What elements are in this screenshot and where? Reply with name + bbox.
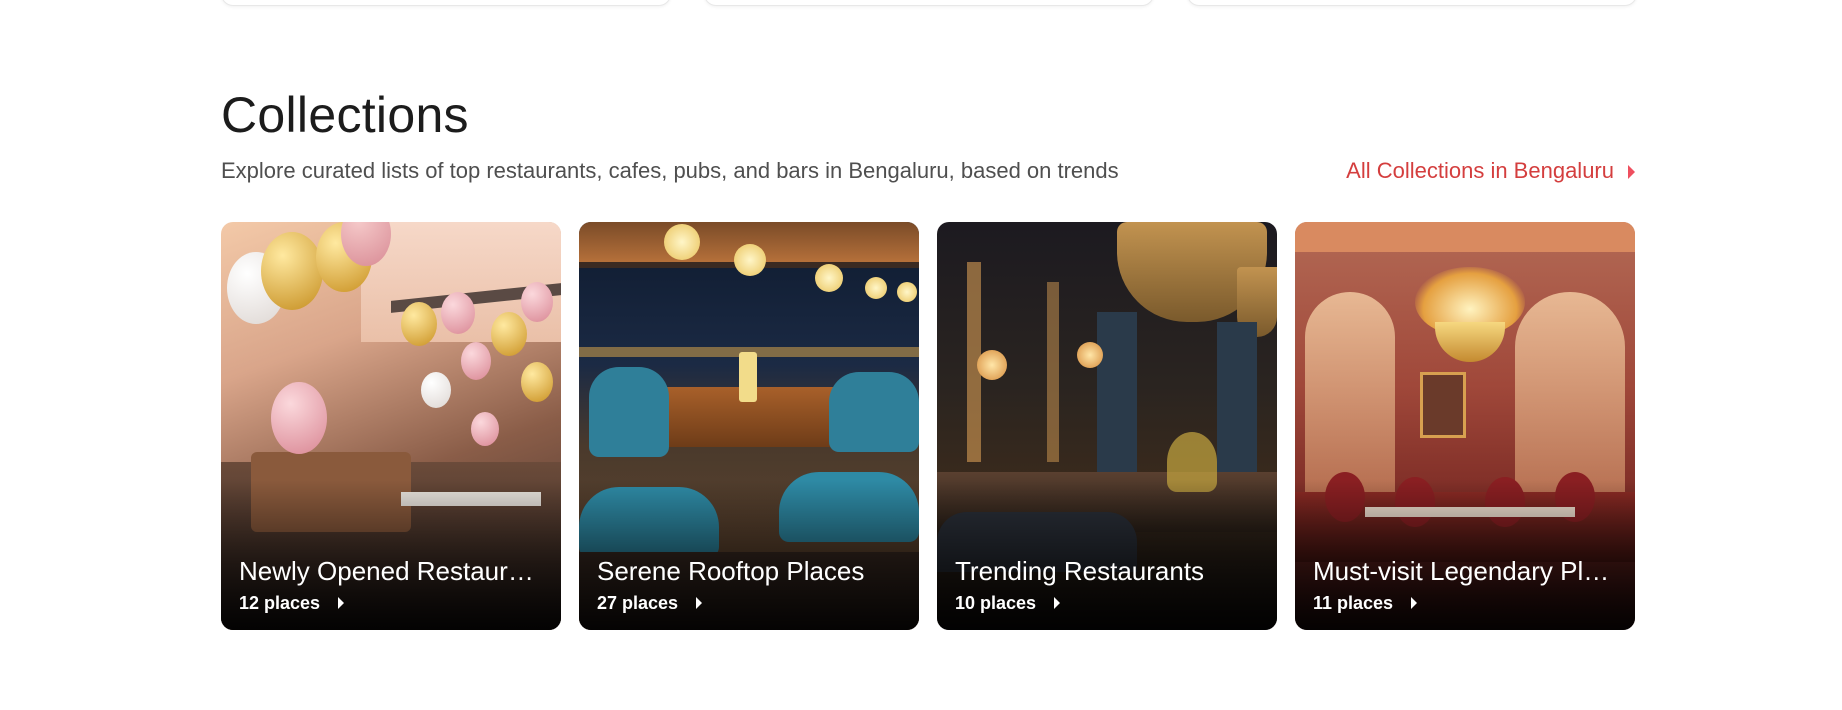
- collections-header: Collections Explore curated lists of top…: [221, 86, 1635, 186]
- card-count: 11 places: [1313, 591, 1418, 615]
- all-collections-label: All Collections in Bengaluru: [1346, 158, 1614, 183]
- card-count-label: 12 places: [239, 593, 321, 613]
- card-title: Trending Restaurants: [955, 556, 1205, 586]
- caret-right-icon: [1628, 165, 1635, 179]
- card-title: Serene Rooftop Places: [597, 556, 865, 586]
- collection-cards: Newly Opened Restaurants 12 places Seren…: [221, 222, 1635, 630]
- card-count-label: 27 places: [597, 593, 679, 613]
- section-subtitle: Explore curated lists of top restaurants…: [221, 158, 1119, 183]
- card-count: 27 places: [597, 591, 703, 615]
- card-count-label: 10 places: [955, 593, 1037, 613]
- all-collections-link[interactable]: All Collections in Bengaluru: [1346, 156, 1635, 186]
- previous-card[interactable]: [221, 0, 671, 6]
- caret-right-icon: [338, 597, 345, 609]
- card-title: Newly Opened Restaurants: [239, 556, 543, 586]
- collection-card-trending[interactable]: Trending Restaurants 10 places: [937, 222, 1277, 630]
- collection-card-rooftop[interactable]: Serene Rooftop Places 27 places: [579, 222, 919, 630]
- caret-right-icon: [1411, 597, 1418, 609]
- collection-card-newly-opened[interactable]: Newly Opened Restaurants 12 places: [221, 222, 561, 630]
- previous-card[interactable]: [1187, 0, 1637, 6]
- card-count: 10 places: [955, 591, 1061, 615]
- collection-card-legendary[interactable]: Must-visit Legendary Places 11 places: [1295, 222, 1635, 630]
- card-title: Must-visit Legendary Places: [1313, 556, 1617, 586]
- caret-right-icon: [1054, 597, 1061, 609]
- subtitle-row: Explore curated lists of top restaurants…: [221, 156, 1635, 186]
- card-count-label: 11 places: [1313, 593, 1394, 613]
- previous-section-cards: [221, 0, 1637, 6]
- caret-right-icon: [696, 597, 703, 609]
- card-count: 12 places: [239, 591, 345, 615]
- section-title: Collections: [221, 87, 469, 143]
- previous-card[interactable]: [704, 0, 1154, 6]
